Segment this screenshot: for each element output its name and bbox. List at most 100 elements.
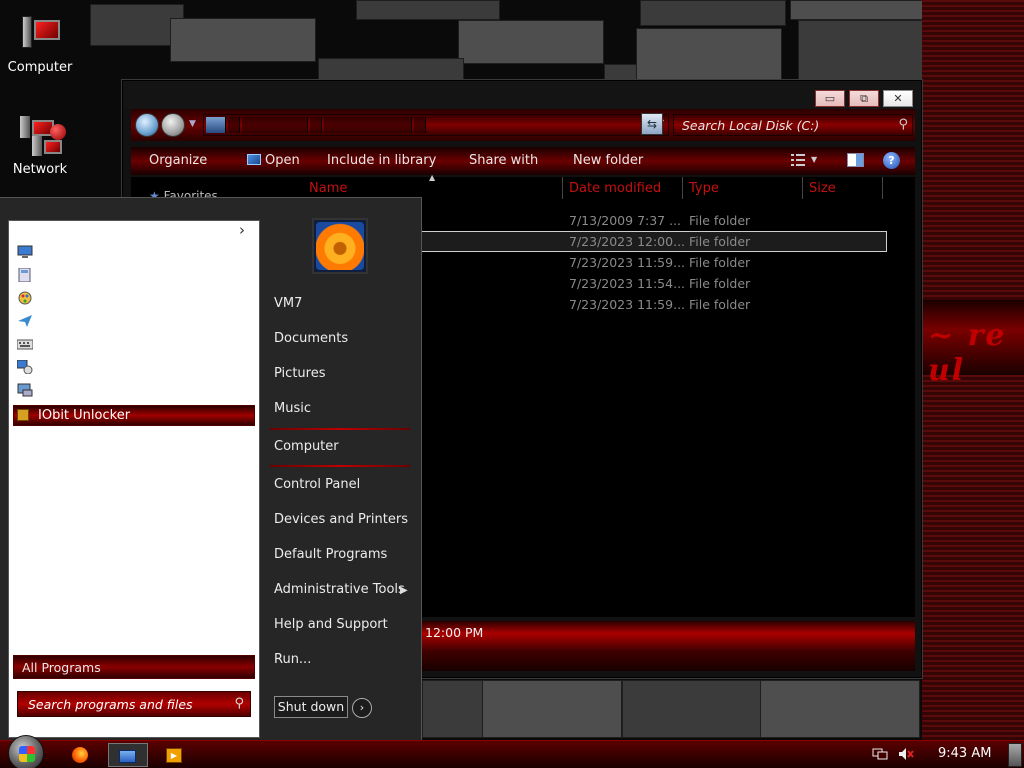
start-item-run[interactable]: Run... [274,652,311,667]
column-header-type[interactable]: Type [689,181,719,196]
file-type: File folder [689,276,751,291]
start-item-devices-and-printers[interactable]: Devices and Printers [274,512,408,527]
organize-button[interactable]: Organize [149,153,207,168]
drive-icon [206,117,226,133]
include-in-library-button[interactable]: Include in library [327,153,436,168]
all-programs-button[interactable]: All Programs [13,655,255,679]
taskbar-clock[interactable]: 9:43 AM [938,746,991,761]
search-icon[interactable]: ⚲ [898,117,908,132]
column-header-size[interactable]: Size [809,181,836,196]
refresh-button[interactable]: ⇆ [641,113,663,135]
column-divider[interactable] [802,177,803,199]
lock-icon [17,409,29,421]
program-icon[interactable] [17,291,33,305]
close-icon: ✕ [893,92,903,105]
breadcrumb-item[interactable] [324,117,412,133]
share-with-button[interactable]: Share with [469,153,538,168]
start-item-default-programs[interactable]: Default Programs [274,547,387,562]
view-dropdown-icon[interactable]: ▼ [811,155,817,164]
bg-tile [640,0,786,26]
title-bar[interactable]: ▭ ⧉ ✕ [123,81,921,109]
bg-tile [170,18,316,62]
volume-muted-icon[interactable] [898,747,914,761]
maximize-button[interactable]: ⧉ [849,90,879,107]
desktop-icon-label: Computer [7,60,73,75]
file-date: 7/23/2023 12:00... [569,234,686,249]
bg-tile [798,20,938,80]
column-divider[interactable] [562,177,563,199]
start-item-administrative-tools[interactable]: Administrative Tools [274,582,405,597]
start-item-music[interactable]: Music [274,401,311,416]
column-divider[interactable] [682,177,683,199]
start-item-pictures[interactable]: Pictures [274,366,325,381]
program-icon[interactable] [17,383,33,397]
file-date: 7/23/2023 11:59... [569,255,686,270]
show-desktop-button[interactable] [1008,743,1022,767]
program-icon[interactable] [16,337,34,351]
start-item-help-and-support[interactable]: Help and Support [274,617,388,632]
start-item-computer[interactable]: Computer [274,439,339,454]
breadcrumb-arrow-icon[interactable] [228,117,240,133]
program-icon[interactable] [17,245,33,259]
help-icon[interactable]: ? [883,152,900,169]
column-divider[interactable] [882,177,883,199]
column-header-name[interactable]: Name [309,181,347,196]
open-icon [247,154,261,165]
bg-tile [318,58,464,80]
start-item-user[interactable]: VM7 [274,296,302,311]
program-label: IObit Unlocker [38,408,131,423]
program-icon[interactable] [17,267,33,283]
start-menu: › IObit Unlocker All Programs Search pro… [0,197,422,741]
chevron-right-icon[interactable]: › [239,221,245,239]
taskbar-media-player[interactable]: ▶ [156,743,192,767]
file-type: File folder [689,213,751,228]
program-item-iobit-unlocker[interactable]: IObit Unlocker [13,405,255,426]
open-button[interactable]: Open [247,153,300,168]
computer-icon [18,14,62,54]
address-field[interactable]: ▽ [203,114,669,136]
shutdown-button[interactable]: Shut down [274,696,348,718]
all-programs-label: All Programs [22,660,101,675]
close-button[interactable]: ✕ [883,90,913,107]
bg-tile [790,0,936,20]
folder-icon [119,750,136,763]
program-icon[interactable] [17,314,33,328]
breadcrumb-arrow-icon[interactable] [414,117,426,133]
column-header-date-modified[interactable]: Date modified [569,181,661,196]
windows-logo-icon [19,746,35,762]
search-placeholder: Search Local Disk (C:) [682,118,820,133]
bg-tile [760,680,920,738]
shutdown-options-button[interactable]: › [352,698,372,718]
minimize-button[interactable]: ▭ [815,90,845,107]
taskbar-firefox[interactable] [62,743,98,767]
desktop-icon-network[interactable]: Network [2,116,78,177]
breadcrumb-arrow-icon[interactable] [310,117,322,133]
new-folder-button[interactable]: New folder [573,153,643,168]
user-avatar[interactable] [312,218,368,274]
back-button[interactable] [135,113,159,137]
bg-tile [622,680,762,738]
taskbar-explorer[interactable] [108,743,148,767]
search-input[interactable]: Search Local Disk (C:) ⚲ [673,114,913,136]
start-item-documents[interactable]: Documents [274,331,348,346]
firefox-icon [72,747,88,763]
start-search-input[interactable]: Search programs and files ⚲ [17,691,251,717]
user-picture-flower [316,222,364,270]
start-button[interactable] [8,735,44,768]
search-icon: ⚲ [234,696,244,711]
preview-pane-icon[interactable] [847,153,865,167]
desktop-icon-computer[interactable]: Computer [2,14,78,75]
start-item-control-panel[interactable]: Control Panel [274,477,360,492]
file-date: 7/23/2023 11:59... [569,297,686,312]
breadcrumb-item[interactable] [242,117,308,133]
change-view-icon[interactable] [791,153,809,167]
forward-button[interactable] [161,113,185,137]
open-label: Open [265,153,300,168]
taskbar: ▶ 9:43 AM [0,735,1024,768]
window-controls: ▭ ⧉ ✕ [815,90,913,107]
bg-tile [458,20,604,64]
file-date: 7/13/2009 7:37 ... [569,213,682,228]
program-icon[interactable] [16,359,33,375]
recent-pages-icon[interactable]: ▼ [189,119,196,129]
network-tray-icon[interactable] [872,747,888,761]
